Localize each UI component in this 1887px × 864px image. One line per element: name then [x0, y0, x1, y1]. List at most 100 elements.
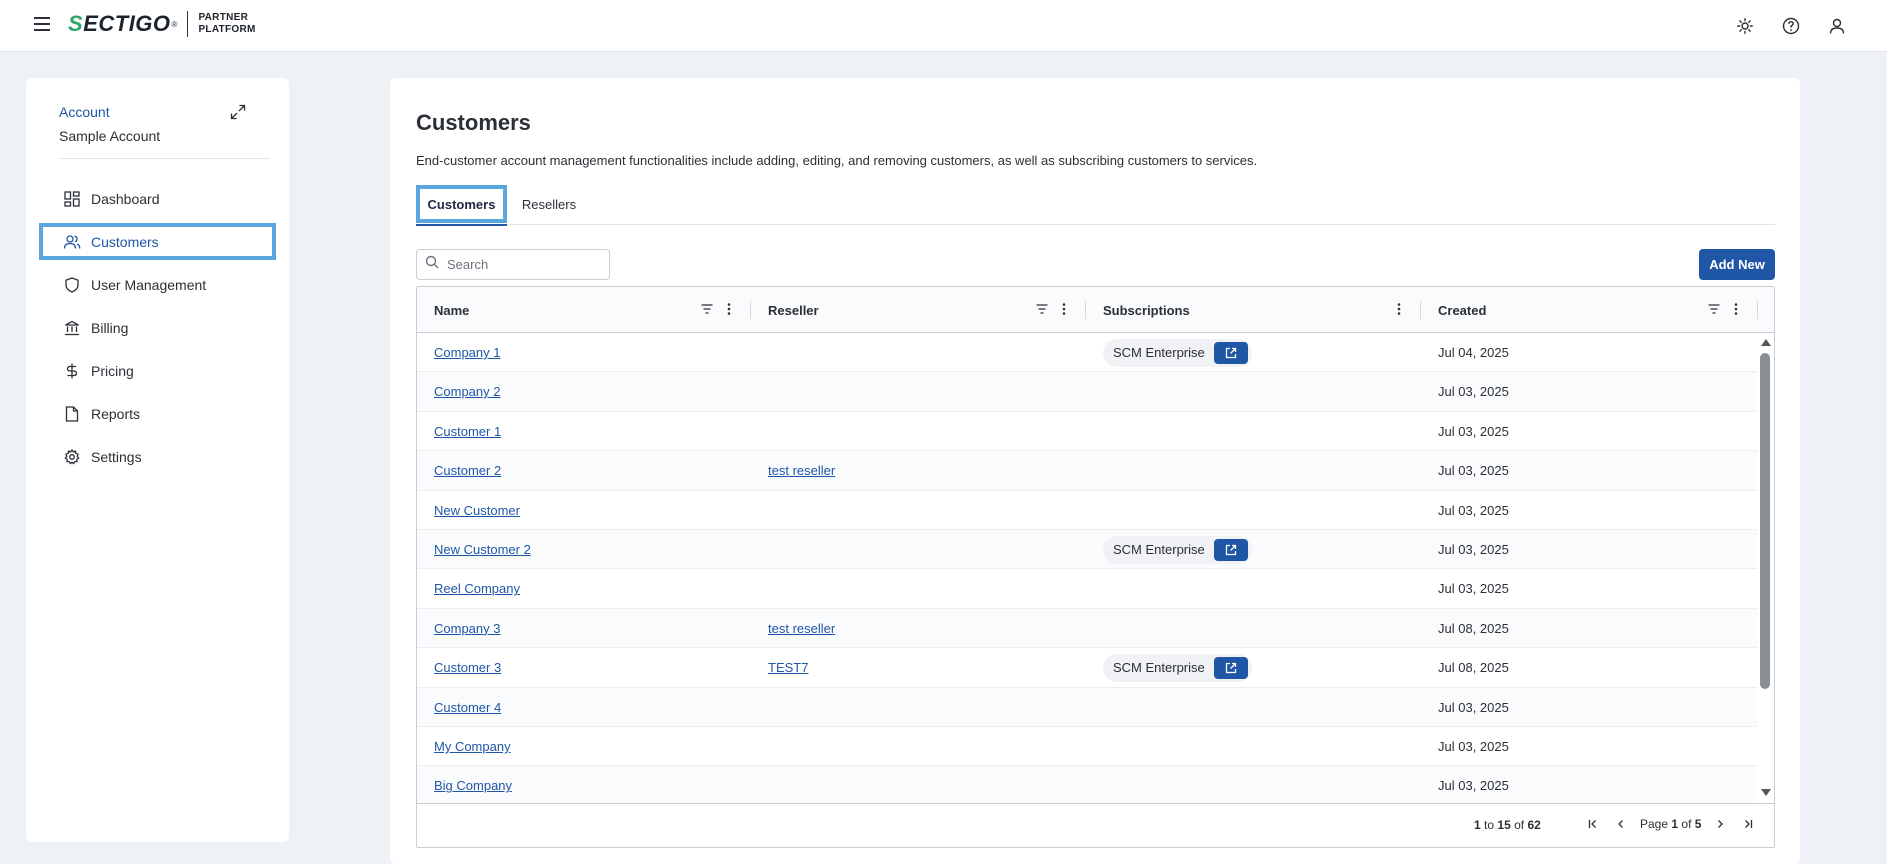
scroll-down-arrow[interactable]: [1761, 789, 1771, 796]
table-row: Company 2 Jul 03, 2025: [417, 372, 1757, 412]
created-date-cell: Jul 08, 2025: [1438, 660, 1509, 676]
reseller-link[interactable]: test reseller: [768, 463, 835, 478]
customer-name-link[interactable]: Customer 2: [434, 463, 501, 478]
scroll-thumb[interactable]: [1760, 353, 1770, 689]
customer-name-link[interactable]: Customer 3: [434, 660, 501, 675]
customer-name-link[interactable]: Customer 4: [434, 700, 501, 715]
column-menu-icon[interactable]: [1729, 302, 1743, 316]
name-cell: Big Company: [434, 766, 512, 803]
account-label[interactable]: Account: [59, 104, 110, 120]
logo-divider: [187, 11, 189, 37]
column-separator[interactable]: [1757, 301, 1758, 319]
sidebar-item-label: Billing: [91, 319, 129, 336]
sidebar-divider: [59, 158, 270, 159]
name-cell: New Customer: [434, 491, 520, 530]
customer-name-link[interactable]: Customer 1: [434, 424, 501, 439]
customer-name-link[interactable]: Company 1: [434, 345, 500, 360]
customer-name-link[interactable]: Company 2: [434, 384, 500, 399]
column-header-subscriptions[interactable]: Subscriptions: [1103, 287, 1190, 333]
name-cell: Company 3: [434, 609, 500, 648]
sidebar-item-label: User Management: [91, 276, 207, 293]
open-external-icon[interactable]: [1213, 341, 1248, 364]
name-cell: Company 2: [434, 372, 500, 411]
sectigo-logo[interactable]: SECTIGO ® PARTNER PLATFORM: [68, 11, 256, 37]
table-header: Name Reseller Subscriptions Created: [417, 287, 1774, 333]
user-profile-icon[interactable]: [1825, 14, 1849, 38]
search-box[interactable]: [416, 249, 610, 280]
page-indicator: Page 1 of 5: [1640, 817, 1702, 831]
search-input[interactable]: [447, 257, 597, 272]
sidebar-item-label: Customers: [91, 233, 159, 250]
customer-name-link[interactable]: Company 3: [434, 621, 500, 636]
filter-icon[interactable]: [1707, 302, 1721, 316]
add-new-button[interactable]: Add New: [1699, 249, 1775, 280]
created-date-cell: Jul 03, 2025: [1438, 778, 1509, 794]
open-external-icon[interactable]: [1213, 538, 1248, 561]
customer-name-link[interactable]: My Company: [434, 739, 511, 754]
filter-icon[interactable]: [700, 302, 714, 316]
account-name: Sample Account: [59, 128, 161, 144]
customer-name-link[interactable]: Reel Company: [434, 581, 520, 596]
next-page-icon[interactable]: [1711, 815, 1729, 833]
reseller-link[interactable]: test reseller: [768, 621, 835, 636]
sidebar-item-reports[interactable]: Reports: [39, 395, 276, 432]
subscriptions-cell: SCM Enterprise: [1103, 530, 1252, 569]
expand-icon[interactable]: [229, 103, 247, 121]
first-page-icon[interactable]: [1584, 815, 1602, 833]
help-icon[interactable]: [1779, 14, 1803, 38]
open-external-icon[interactable]: [1213, 656, 1248, 679]
scroll-up-arrow[interactable]: [1761, 339, 1771, 346]
table-scrollbar[interactable]: [1758, 333, 1774, 803]
last-page-icon[interactable]: [1739, 815, 1757, 833]
table-row: Reel Company Jul 03, 2025: [417, 569, 1757, 609]
column-separator[interactable]: [1420, 301, 1421, 319]
customer-name-link[interactable]: New Customer 2: [434, 542, 531, 557]
search-icon: [425, 255, 439, 274]
subscription-chip: SCM Enterprise: [1103, 338, 1252, 367]
name-cell: Company 1: [434, 333, 500, 372]
main-content: Customers End-customer account managemen…: [390, 78, 1800, 864]
column-separator[interactable]: [1085, 301, 1086, 319]
table-footer: 1 to 15 of 62 Page 1 of 5: [417, 803, 1774, 847]
column-header-reseller[interactable]: Reseller: [768, 287, 819, 333]
subscription-label: SCM Enterprise: [1113, 542, 1205, 557]
sidebar-item-user-management[interactable]: User Management: [39, 266, 276, 303]
customer-name-link[interactable]: New Customer: [434, 503, 520, 518]
filter-icon[interactable]: [1035, 302, 1049, 316]
theme-sun-icon[interactable]: [1733, 14, 1757, 38]
column-separator[interactable]: [750, 301, 751, 319]
previous-page-icon[interactable]: [1612, 815, 1630, 833]
logo-reg: ®: [171, 19, 178, 29]
table-body: Company 1 SCM Enterprise Jul 04, 2025 Compa…: [417, 333, 1757, 803]
sidebar-item-billing[interactable]: Billing: [39, 309, 276, 346]
reseller-link[interactable]: TEST7: [768, 660, 808, 675]
table-row: Customer 3 TEST7 SCM Enterprise Jul 08, 202…: [417, 648, 1757, 688]
sidebar-item-dashboard[interactable]: Dashboard: [39, 180, 276, 217]
page-title: Customers: [416, 110, 531, 135]
table-row: Customer 1 Jul 03, 2025: [417, 412, 1757, 452]
column-menu-icon[interactable]: [1057, 302, 1071, 316]
customer-name-link[interactable]: Big Company: [434, 778, 512, 793]
name-cell: Customer 3: [434, 648, 501, 687]
created-date-cell: Jul 03, 2025: [1438, 699, 1509, 715]
menu-icon[interactable]: [34, 17, 50, 31]
name-cell: Customer 4: [434, 688, 501, 727]
column-menu-icon[interactable]: [1392, 302, 1406, 316]
column-menu-icon[interactable]: [722, 302, 736, 316]
dollar-icon: [63, 362, 81, 380]
reseller-cell: TEST7: [768, 648, 808, 687]
document-icon: [63, 405, 81, 423]
sidebar-item-customers[interactable]: Customers: [39, 223, 276, 260]
sidebar-nav: Dashboard Customers User Management Bill…: [39, 180, 276, 481]
subscription-label: SCM Enterprise: [1113, 345, 1205, 360]
sidebar-item-pricing[interactable]: Pricing: [39, 352, 276, 389]
column-header-name[interactable]: Name: [434, 287, 469, 333]
column-header-created[interactable]: Created: [1438, 287, 1486, 333]
name-cell: Reel Company: [434, 569, 520, 608]
logo-subtitle: PARTNER PLATFORM: [198, 12, 255, 36]
tab-customers[interactable]: Customers: [416, 185, 507, 226]
shield-icon: [63, 276, 81, 294]
tab-resellers[interactable]: Resellers: [516, 185, 582, 223]
sidebar-item-settings[interactable]: Settings: [39, 438, 276, 475]
created-date-cell: Jul 04, 2025: [1438, 345, 1509, 360]
